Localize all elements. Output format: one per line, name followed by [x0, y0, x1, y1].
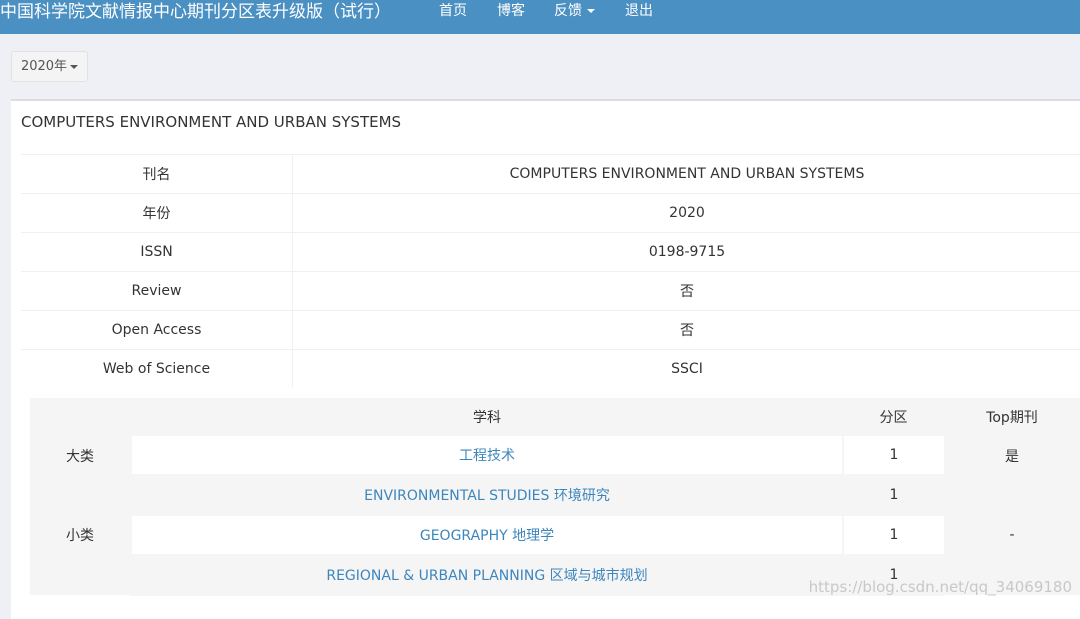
nav-feedback-dropdown[interactable]: 反馈 [554, 0, 595, 22]
panel-title: COMPUTERS ENVIRONMENT AND URBAN SYSTEMS [21, 113, 401, 131]
info-value: COMPUTERS ENVIRONMENT AND URBAN SYSTEMS [293, 155, 1080, 194]
category-top: - [944, 475, 1080, 595]
info-label: 年份 [21, 194, 293, 233]
category-zone: 1 [843, 436, 944, 475]
category-header-row: 学科 分区 Top期刊 [30, 398, 1080, 436]
year-selector-label: 2020年 [21, 59, 67, 74]
nav-feedback-label: 反馈 [554, 3, 582, 19]
category-subject: GEOGRAPHY 地理学 [131, 515, 843, 555]
year-selector-button[interactable]: 2020年 [11, 51, 88, 82]
info-label: Review [21, 272, 293, 311]
info-value: SSCI [293, 350, 1080, 389]
journal-panel: COMPUTERS ENVIRONMENT AND URBAN SYSTEMS … [11, 99, 1080, 619]
info-row-web-of-science: Web of Science SSCI [21, 350, 1080, 389]
info-row-year: 年份 2020 [21, 194, 1080, 233]
info-row-open-access: Open Access 否 [21, 311, 1080, 350]
category-type: 大类 [30, 436, 131, 475]
category-type: 小类 [30, 475, 131, 595]
nav-blog[interactable]: 博客 [497, 0, 525, 22]
info-label: Open Access [21, 311, 293, 350]
header-subject: 学科 [131, 398, 843, 436]
info-value: 2020 [293, 194, 1080, 233]
subject-link[interactable]: GEOGRAPHY 地理学 [420, 528, 554, 544]
header-zone: 分区 [843, 398, 944, 436]
header-type [30, 398, 131, 436]
subject-link[interactable]: REGIONAL & URBAN PLANNING 区域与城市规划 [326, 568, 647, 584]
info-label: 刊名 [21, 155, 293, 194]
journal-info-table: 刊名 COMPUTERS ENVIRONMENT AND URBAN SYSTE… [21, 154, 1080, 388]
minor-category-row: 小类 ENVIRONMENTAL STUDIES 环境研究 1 - [30, 475, 1080, 515]
info-label: Web of Science [21, 350, 293, 389]
category-top: 是 [944, 436, 1080, 475]
nav-home[interactable]: 首页 [439, 0, 467, 22]
header-top: Top期刊 [944, 398, 1080, 436]
site-brand[interactable]: 中国科学院文献情报中心期刊分区表升级版（试行） [0, 0, 391, 24]
info-value: 否 [293, 272, 1080, 311]
info-value: 否 [293, 311, 1080, 350]
category-zone: 1 [843, 475, 944, 515]
info-value: 0198-9715 [293, 233, 1080, 272]
info-label: ISSN [21, 233, 293, 272]
caret-down-icon [587, 9, 595, 13]
caret-down-icon [70, 65, 78, 69]
category-subject: REGIONAL & URBAN PLANNING 区域与城市规划 [131, 555, 843, 595]
major-category-row: 大类 工程技术 1 是 [30, 436, 1080, 475]
subject-category-table: 学科 分区 Top期刊 大类 工程技术 1 是 小类 ENVIRONMENTAL… [30, 398, 1080, 596]
info-row-title: 刊名 COMPUTERS ENVIRONMENT AND URBAN SYSTE… [21, 155, 1080, 194]
minor-category-row: GEOGRAPHY 地理学 1 [30, 515, 1080, 555]
category-subject: ENVIRONMENTAL STUDIES 环境研究 [131, 475, 843, 515]
watermark-text: https://blog.csdn.net/qq_34069180 [809, 578, 1072, 596]
category-subject: 工程技术 [131, 436, 843, 475]
category-zone: 1 [843, 515, 944, 555]
top-navbar: 中国科学院文献情报中心期刊分区表升级版（试行） 首页 博客 反馈 退出 [0, 0, 1080, 34]
subject-link[interactable]: 工程技术 [459, 448, 515, 464]
nav-logout[interactable]: 退出 [625, 0, 653, 22]
info-row-issn: ISSN 0198-9715 [21, 233, 1080, 272]
info-row-review: Review 否 [21, 272, 1080, 311]
subject-link[interactable]: ENVIRONMENTAL STUDIES 环境研究 [364, 488, 610, 504]
